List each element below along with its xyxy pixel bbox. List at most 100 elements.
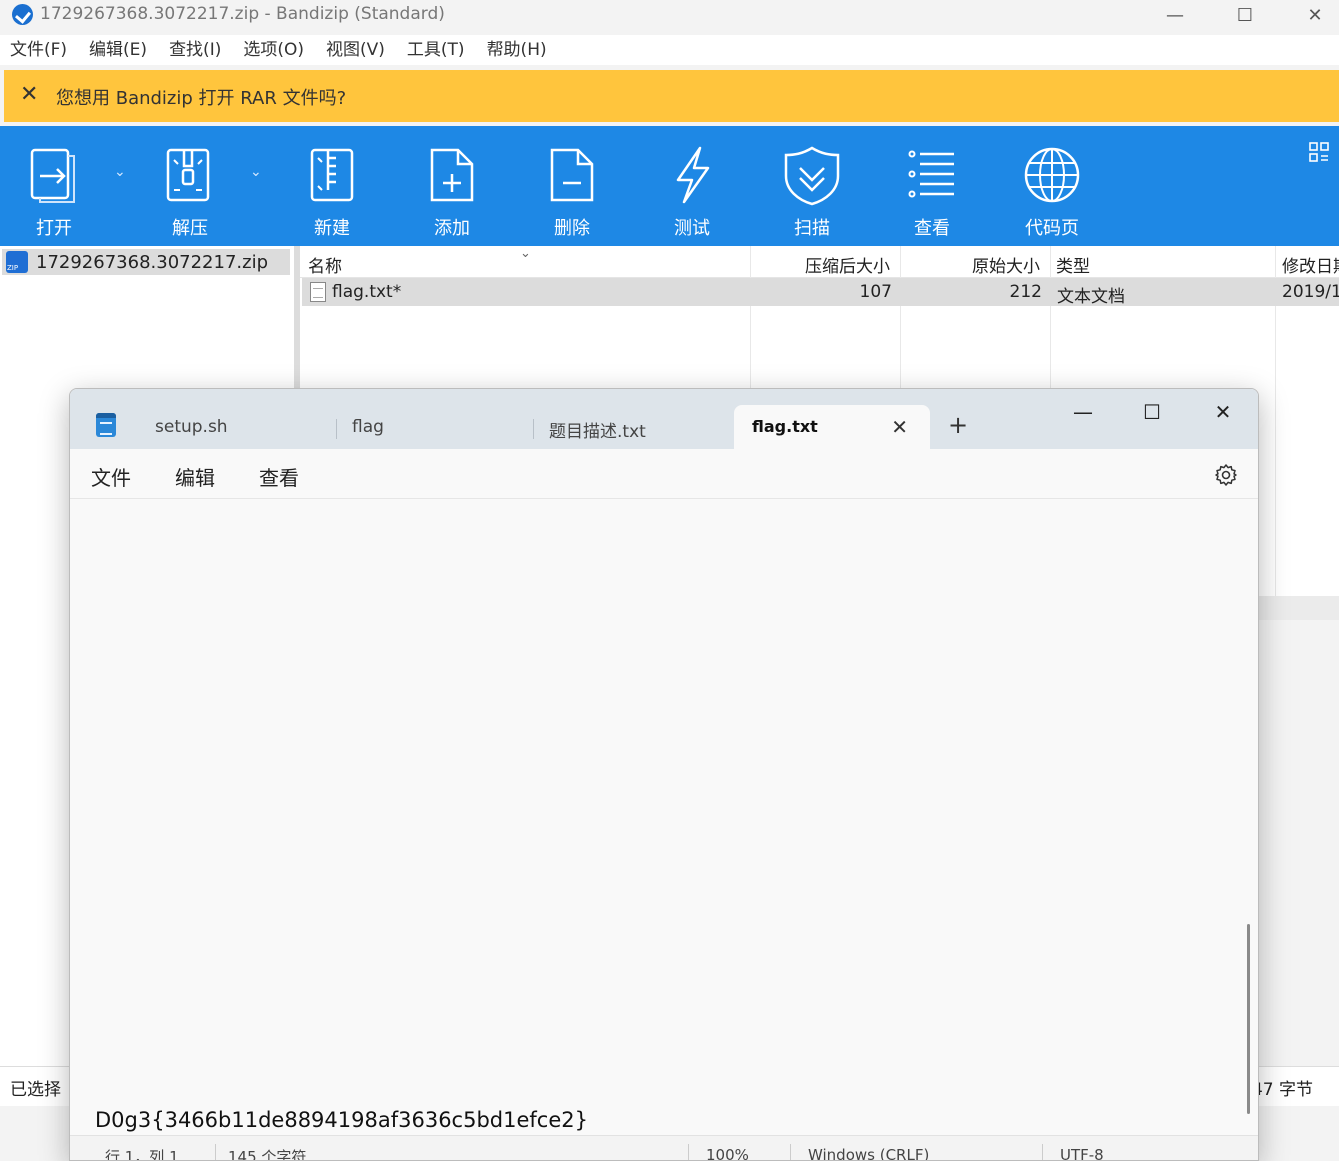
codepage-label: 代码页: [1025, 218, 1079, 239]
row-modified: 2019/1: [1282, 282, 1339, 302]
tab-label: setup.sh: [155, 417, 228, 437]
minimize-button[interactable]: —: [1140, 0, 1210, 30]
row-original-size: 212: [1009, 282, 1042, 302]
zip-archive-icon: ZIP: [6, 251, 28, 273]
extract-label: 解压: [172, 218, 208, 239]
menu-view[interactable]: 视图(V): [326, 35, 385, 65]
settings-gear-icon[interactable]: [1214, 463, 1238, 487]
new-archive-label: 新建: [314, 218, 350, 239]
status-divider: [1042, 1144, 1043, 1160]
test-button[interactable]: 测试: [652, 126, 732, 246]
preview-pane: [1258, 596, 1339, 1066]
view-button[interactable]: 查看: [892, 126, 972, 246]
menu-edit[interactable]: 编辑(E): [89, 35, 147, 65]
status-divider: [688, 1144, 689, 1160]
tree-item-label: 1729267368.3072217.zip: [36, 251, 269, 273]
notepad-minimize-button[interactable]: —: [1048, 397, 1118, 427]
notepad-window: setup.sh flag 题目描述.txt flag.txt ✕ + — ☐ …: [69, 388, 1259, 1161]
banner-close-icon[interactable]: ✕: [20, 84, 38, 106]
status-encoding[interactable]: UTF-8: [1060, 1146, 1104, 1160]
close-button[interactable]: ✕: [1280, 0, 1339, 30]
extract-icon: [166, 148, 210, 202]
file-list-header: 名称 ⌄ 压缩后大小 原始大小 类型 修改日期: [300, 246, 1339, 278]
status-line-ending[interactable]: Windows (CRLF): [808, 1146, 929, 1160]
bandizip-titlebar: 1729267368.3072217.zip - Bandizip (Stand…: [0, 0, 1339, 30]
notepad-close-button[interactable]: ✕: [1188, 397, 1258, 427]
tab-flag[interactable]: flag: [334, 405, 534, 449]
tab-label: flag: [352, 417, 384, 437]
row-packed-size: 107: [859, 282, 892, 302]
table-row[interactable]: flag.txt* 107 212 文本文档 2019/1: [302, 278, 1339, 307]
notepad-menu-view[interactable]: 查看: [259, 462, 299, 491]
add-file-icon: [430, 148, 474, 202]
status-divider: [790, 1144, 791, 1160]
tab-description-txt[interactable]: 题目描述.txt: [531, 405, 731, 449]
notepad-menu-edit[interactable]: 编辑: [175, 462, 215, 491]
tab-flag-txt[interactable]: flag.txt ✕: [734, 405, 930, 449]
column-header-size[interactable]: 原始大小: [972, 252, 1040, 277]
row-type: 文本文档: [1057, 287, 1125, 307]
menu-tools[interactable]: 工具(T): [407, 35, 465, 65]
menu-options[interactable]: 选项(O): [243, 35, 304, 65]
sort-chevron-icon: ⌄: [520, 246, 531, 261]
text-file-icon: [310, 282, 326, 302]
row-name: flag.txt*: [332, 282, 402, 302]
column-header-type[interactable]: 类型: [1056, 252, 1090, 277]
notepad-text-area[interactable]: D0g3{3466b11de8894198af3636c5bd1efce2}: [70, 500, 1258, 1136]
notepad-statusbar: 行 1，列 1 145 个字符 100% Windows (CRLF) UTF-…: [70, 1135, 1258, 1161]
preview-pane-header: [1258, 596, 1339, 620]
status-cursor-position: 行 1，列 1: [105, 1148, 179, 1161]
add-button[interactable]: 添加: [412, 126, 492, 246]
tab-setup-sh[interactable]: setup.sh: [137, 405, 337, 449]
scan-button[interactable]: 扫描: [772, 126, 852, 246]
status-divider: [215, 1144, 216, 1160]
new-archive-icon: [310, 148, 354, 202]
delete-label: 删除: [554, 218, 590, 239]
tab-label: flag.txt: [752, 417, 818, 436]
open-button[interactable]: 打开: [14, 126, 94, 246]
status-zoom[interactable]: 100%: [706, 1146, 749, 1160]
list-icon: [908, 150, 954, 198]
bandizip-logo-icon: [12, 4, 33, 25]
delete-button[interactable]: 删除: [532, 126, 612, 246]
zip-badge: ZIP: [7, 264, 19, 272]
status-size: 47 字节: [1251, 1080, 1313, 1100]
column-header-packed[interactable]: 压缩后大小: [805, 252, 890, 277]
menu-file[interactable]: 文件(F): [10, 35, 67, 65]
layout-grid-icon[interactable]: [1309, 142, 1329, 162]
notepad-tab-strip: setup.sh flag 题目描述.txt flag.txt ✕ + — ☐ …: [70, 389, 1258, 449]
shield-icon: [784, 146, 840, 206]
column-header-modified[interactable]: 修改日期: [1282, 252, 1339, 277]
test-label: 测试: [674, 218, 710, 239]
window-title: 1729267368.3072217.zip - Bandizip (Stand…: [40, 4, 445, 24]
view-label: 查看: [914, 218, 950, 239]
tab-close-icon[interactable]: ✕: [891, 415, 908, 439]
vertical-scrollbar[interactable]: [1247, 924, 1250, 1114]
notepad-maximize-button[interactable]: ☐: [1117, 397, 1187, 427]
notepad-menu-bar: 文件 编辑 查看: [70, 449, 1258, 499]
notepad-menu-file[interactable]: 文件: [91, 462, 131, 491]
banner-message[interactable]: 您想用 Bandizip 打开 RAR 文件吗?: [56, 84, 346, 110]
status-selection: 已选择: [10, 1080, 61, 1100]
rar-association-banner: ✕ 您想用 Bandizip 打开 RAR 文件吗?: [4, 70, 1339, 122]
notepad-app-icon: [96, 413, 116, 437]
maximize-button[interactable]: ☐: [1210, 0, 1280, 30]
menu-bar: 文件(F) 编辑(E) 查找(I) 选项(O) 视图(V) 工具(T) 帮助(H…: [0, 35, 1339, 65]
lightning-icon: [676, 146, 710, 204]
menu-help[interactable]: 帮助(H): [487, 35, 547, 65]
add-label: 添加: [434, 218, 470, 239]
codepage-button[interactable]: 代码页: [1012, 126, 1092, 246]
tab-label: 题目描述.txt: [549, 422, 646, 442]
tree-item-archive-root[interactable]: ZIP 1729267368.3072217.zip: [2, 249, 290, 275]
extract-button[interactable]: 解压: [150, 126, 230, 246]
globe-icon: [1024, 147, 1080, 203]
new-tab-button[interactable]: +: [948, 413, 968, 437]
main-toolbar: 打开 ⌄ 解压 ⌄ 新建 添加 删除 测试 扫描 查看 代码页: [0, 126, 1339, 246]
menu-find[interactable]: 查找(I): [169, 35, 221, 65]
status-char-count: 145 个字符: [228, 1148, 307, 1161]
column-header-name[interactable]: 名称: [308, 252, 342, 277]
scan-label: 扫描: [794, 218, 830, 239]
delete-file-icon: [550, 148, 594, 202]
new-archive-button[interactable]: 新建: [292, 126, 372, 246]
document-content: D0g3{3466b11de8894198af3636c5bd1efce2}: [95, 1108, 588, 1132]
